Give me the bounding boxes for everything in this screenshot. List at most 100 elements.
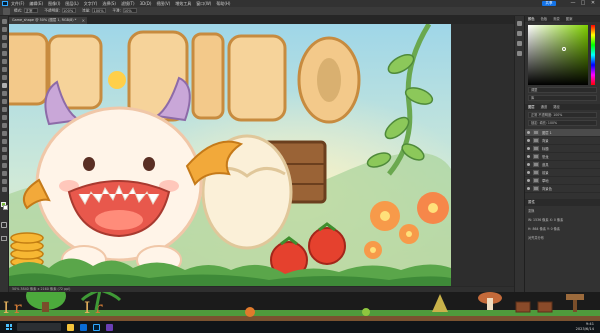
menu-3d[interactable]: 3D(D) [140, 0, 152, 7]
height-y-fields[interactable]: H: 864 像素 Y: 0 像素 [525, 224, 600, 233]
system-clock[interactable]: 9:41 2023/6/14 [576, 322, 594, 332]
layer-row[interactable]: 背景 [525, 137, 600, 145]
tab-swatches[interactable]: 色板 [541, 16, 548, 22]
menu-image[interactable]: 图像(I) [48, 0, 60, 7]
photoshop-taskbar-icon[interactable] [93, 323, 100, 331]
lasso-tool-icon[interactable] [1, 35, 7, 40]
dodge-tool-icon[interactable] [1, 131, 7, 136]
rectangle-tool-icon[interactable] [1, 163, 7, 168]
visibility-eye-icon[interactable] [527, 131, 530, 134]
frame-tool-icon[interactable] [1, 59, 7, 64]
layer-row[interactable]: 背景色 [525, 185, 600, 193]
layer-row[interactable]: 草地 [525, 177, 600, 185]
mode-select[interactable]: 正常 [24, 8, 39, 14]
path-select-tool-icon[interactable] [1, 155, 7, 160]
visibility-eye-icon[interactable] [527, 147, 530, 150]
tab-paths[interactable]: 路径 [553, 104, 560, 110]
history-brush-tool-icon[interactable] [1, 99, 7, 104]
blur-tool-icon[interactable] [1, 123, 7, 128]
pen-tool-icon[interactable] [1, 139, 7, 144]
visibility-eye-icon[interactable] [527, 155, 530, 158]
move-tool-icon[interactable] [1, 19, 7, 24]
share-button[interactable]: 共享 [542, 1, 556, 6]
brush-tool-icon[interactable] [1, 83, 7, 88]
clock-date: 2023/6/14 [575, 327, 594, 331]
windows-taskbar: 9:41 2023/6/14 [0, 321, 600, 333]
character-panel-icon[interactable] [517, 51, 522, 56]
maximize-button[interactable]: □ [578, 0, 588, 7]
color-picker-cursor[interactable] [562, 47, 566, 51]
healing-brush-tool-icon[interactable] [1, 75, 7, 80]
eraser-tool-icon[interactable] [1, 107, 7, 112]
more-tools-icon[interactable] [1, 187, 7, 192]
layer-row[interactable]: 恐龙 [525, 153, 600, 161]
layer-row[interactable]: 道具 [525, 161, 600, 169]
tab-color[interactable]: 颜色 [528, 16, 535, 22]
smoothing-input[interactable]: 10% [122, 8, 137, 14]
document-tab[interactable]: Game_shape @ 50% (图层 1, RGB/8) * ✕ [9, 17, 87, 24]
app-taskbar-icon[interactable] [106, 323, 113, 331]
libraries-panel-header[interactable]: 库 [528, 95, 597, 101]
lock-fill-row[interactable]: 锁定: 填充: 100% [528, 120, 597, 126]
crop-tool-icon[interactable] [1, 51, 7, 56]
tab-gradients[interactable]: 渐变 [553, 16, 560, 22]
blend-opacity-row[interactable]: 正常 不透明度: 100% [528, 112, 597, 118]
menu-select[interactable]: 选择(S) [102, 0, 116, 7]
canvas-artwork[interactable] [9, 24, 451, 286]
hand-tool-icon[interactable] [1, 171, 7, 176]
brush-tool-icon[interactable] [3, 7, 10, 15]
layer-name: 草地 [542, 179, 549, 183]
photoshop-window: 文件(F) 编辑(E) 图像(I) 图层(L) 文字(Y) 选择(S) 滤镜(T… [0, 0, 600, 333]
opacity-input[interactable]: 100% [62, 8, 76, 14]
brush-settings-icon[interactable] [517, 41, 522, 46]
properties-panel-icon[interactable] [517, 31, 522, 36]
close-tab-icon[interactable]: ✕ [82, 17, 85, 24]
adjustments-panel-header[interactable]: 调整 [528, 87, 597, 93]
screen-mode-icon[interactable] [1, 236, 7, 241]
width-x-fields[interactable]: W: 1536 像素 X: 0 像素 [525, 215, 600, 224]
layer-row[interactable]: 前景 [525, 169, 600, 177]
taskbar-search-box[interactable] [17, 323, 61, 331]
edge-browser-icon[interactable] [80, 323, 87, 331]
opacity-label: 不透明度: [44, 8, 60, 13]
menu-view[interactable]: 视图(V) [156, 0, 170, 7]
history-panel-icon[interactable] [517, 21, 522, 26]
layer-row[interactable]: 标题 [525, 145, 600, 153]
file-explorer-icon[interactable] [67, 323, 74, 331]
zoom-tool-icon[interactable] [1, 179, 7, 184]
flow-input[interactable]: 100% [92, 8, 107, 14]
visibility-eye-icon[interactable] [527, 187, 530, 190]
canvas-pasteboard [451, 24, 514, 286]
menu-layer[interactable]: 图层(L) [65, 0, 78, 7]
menu-type[interactable]: 文字(Y) [84, 0, 98, 7]
menu-plugins[interactable]: 增效工具 [175, 0, 191, 7]
hue-slider[interactable] [591, 25, 595, 85]
tab-channels[interactable]: 通道 [541, 104, 548, 110]
menu-edit[interactable]: 编辑(E) [29, 0, 43, 7]
visibility-eye-icon[interactable] [527, 163, 530, 166]
tab-patterns[interactable]: 图案 [566, 16, 573, 22]
visibility-eye-icon[interactable] [527, 171, 530, 174]
gradient-tool-icon[interactable] [1, 115, 7, 120]
minimize-button[interactable]: — [568, 0, 578, 7]
tab-layers[interactable]: 图层 [528, 104, 535, 110]
marquee-tool-icon[interactable] [1, 27, 7, 32]
clone-stamp-tool-icon[interactable] [1, 91, 7, 96]
close-button[interactable]: ✕ [588, 0, 598, 7]
menu-window[interactable]: 窗口(W) [196, 0, 211, 7]
type-tool-icon[interactable] [1, 147, 7, 152]
background-color-swatch[interactable] [3, 205, 8, 210]
visibility-eye-icon[interactable] [527, 139, 530, 142]
layer-row[interactable]: 图层 1 [525, 129, 600, 137]
quick-mask-icon[interactable] [1, 222, 7, 228]
menu-file[interactable]: 文件(F) [11, 0, 24, 7]
canvas-workspace[interactable] [9, 24, 514, 292]
menu-filter[interactable]: 滤镜(T) [121, 0, 135, 7]
right-panels: 颜色 色板 渐变 图案 调整 库 图层 通道 路径 正常 不透明度: 100% … [524, 16, 600, 316]
object-select-tool-icon[interactable] [1, 43, 7, 48]
color-picker-field[interactable] [528, 25, 588, 85]
visibility-eye-icon[interactable] [527, 179, 530, 182]
start-button-icon[interactable] [6, 324, 12, 330]
menu-help[interactable]: 帮助(H) [216, 0, 230, 7]
eyedropper-tool-icon[interactable] [1, 67, 7, 72]
